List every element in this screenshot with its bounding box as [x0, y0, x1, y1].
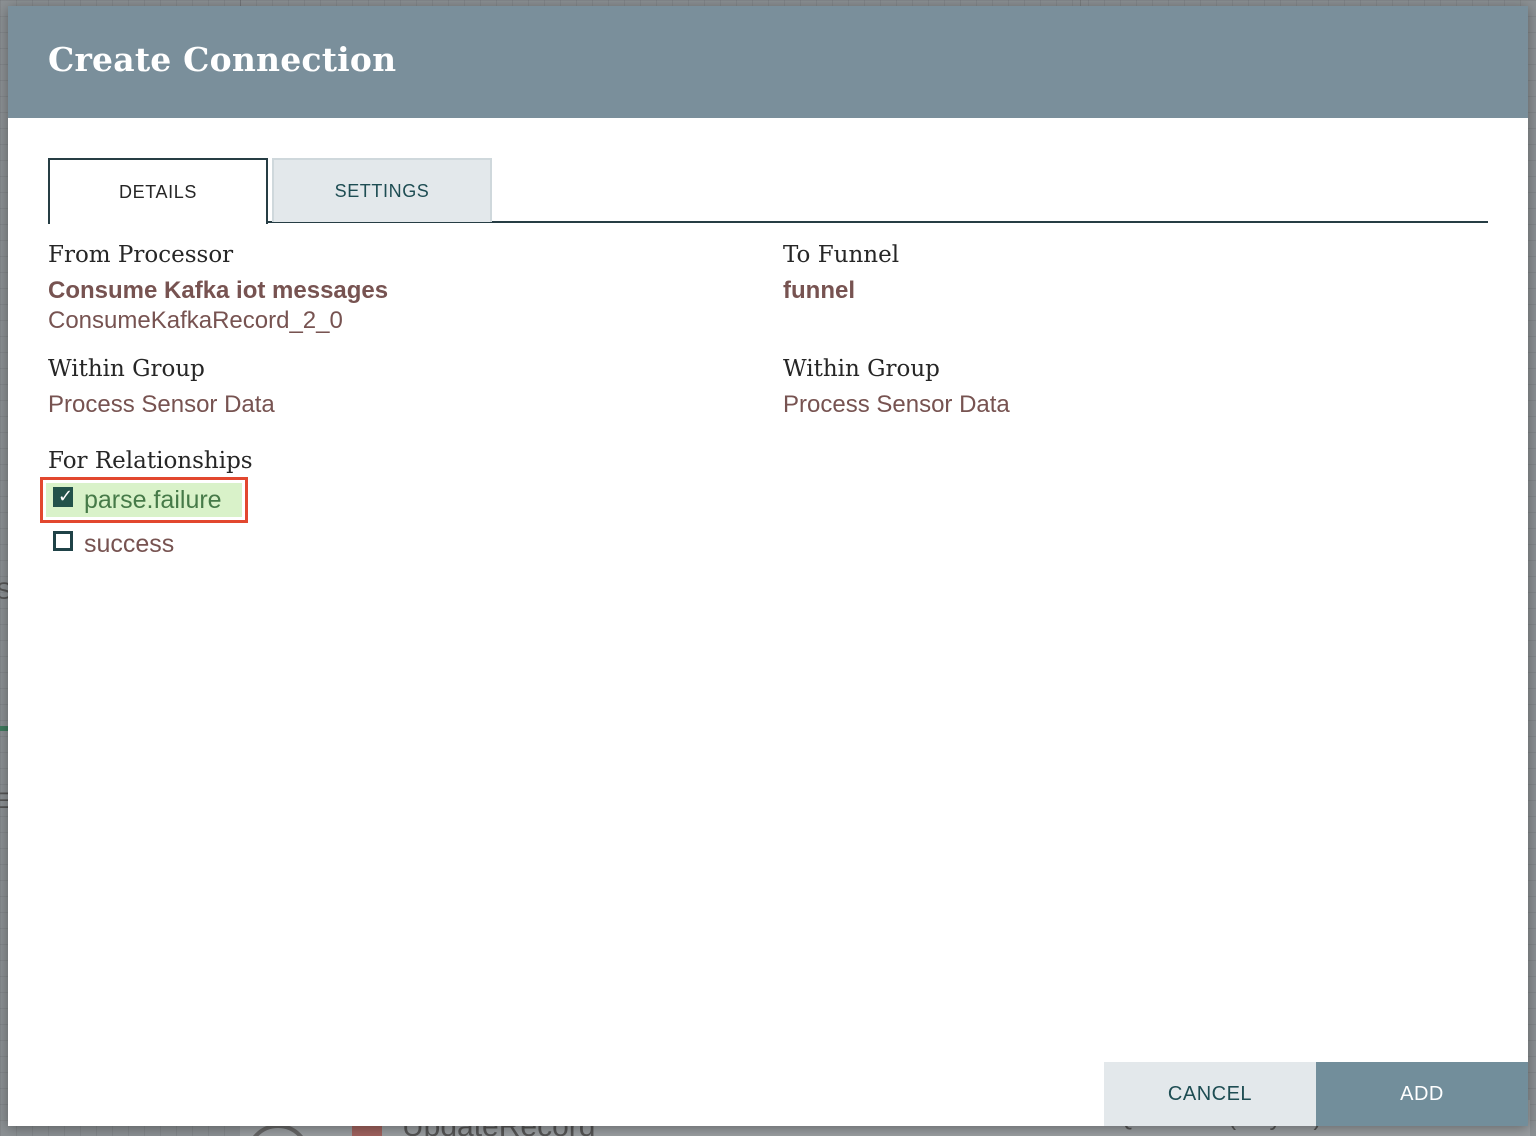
from-group-value: Process Sensor Data	[48, 391, 275, 418]
from-processor-name: Consume Kafka iot messages	[48, 277, 389, 304]
relationships-label: For Relationships	[48, 448, 253, 474]
tab-details-label: DETAILS	[119, 181, 197, 202]
from-group-label: Within Group	[48, 356, 205, 382]
relationship-success[interactable]: success	[84, 530, 174, 559]
checkmark-icon: ✓	[58, 486, 74, 507]
to-funnel-name: funnel	[783, 277, 855, 304]
to-group-value: Process Sensor Data	[783, 391, 1010, 418]
dialog-header: Create Connection	[8, 6, 1528, 118]
add-button-label: ADD	[1400, 1082, 1444, 1105]
success-checkbox[interactable]	[53, 531, 73, 551]
tab-settings[interactable]: SETTINGS	[272, 158, 492, 222]
tab-settings-label: SETTINGS	[334, 180, 430, 201]
dialog-title: Create Connection	[48, 40, 397, 79]
tab-details[interactable]: DETAILS	[48, 158, 268, 224]
canvas-connection-fragment	[0, 726, 8, 731]
to-funnel-label: To Funnel	[783, 242, 900, 268]
relationship-parse-failure[interactable]: parse.failure	[84, 486, 222, 515]
to-group-label: Within Group	[783, 356, 940, 382]
from-processor-type: ConsumeKafkaRecord_2_0	[48, 307, 343, 334]
cancel-button-label: CANCEL	[1167, 1082, 1253, 1105]
cancel-button[interactable]: CANCEL	[1104, 1062, 1316, 1126]
add-button[interactable]: ADD	[1316, 1062, 1528, 1126]
parse-failure-checkbox[interactable]: ✓	[53, 486, 74, 507]
from-processor-label: From Processor	[48, 242, 234, 268]
create-connection-dialog: Create Connection DETAILS SETTINGS From …	[8, 6, 1528, 1126]
